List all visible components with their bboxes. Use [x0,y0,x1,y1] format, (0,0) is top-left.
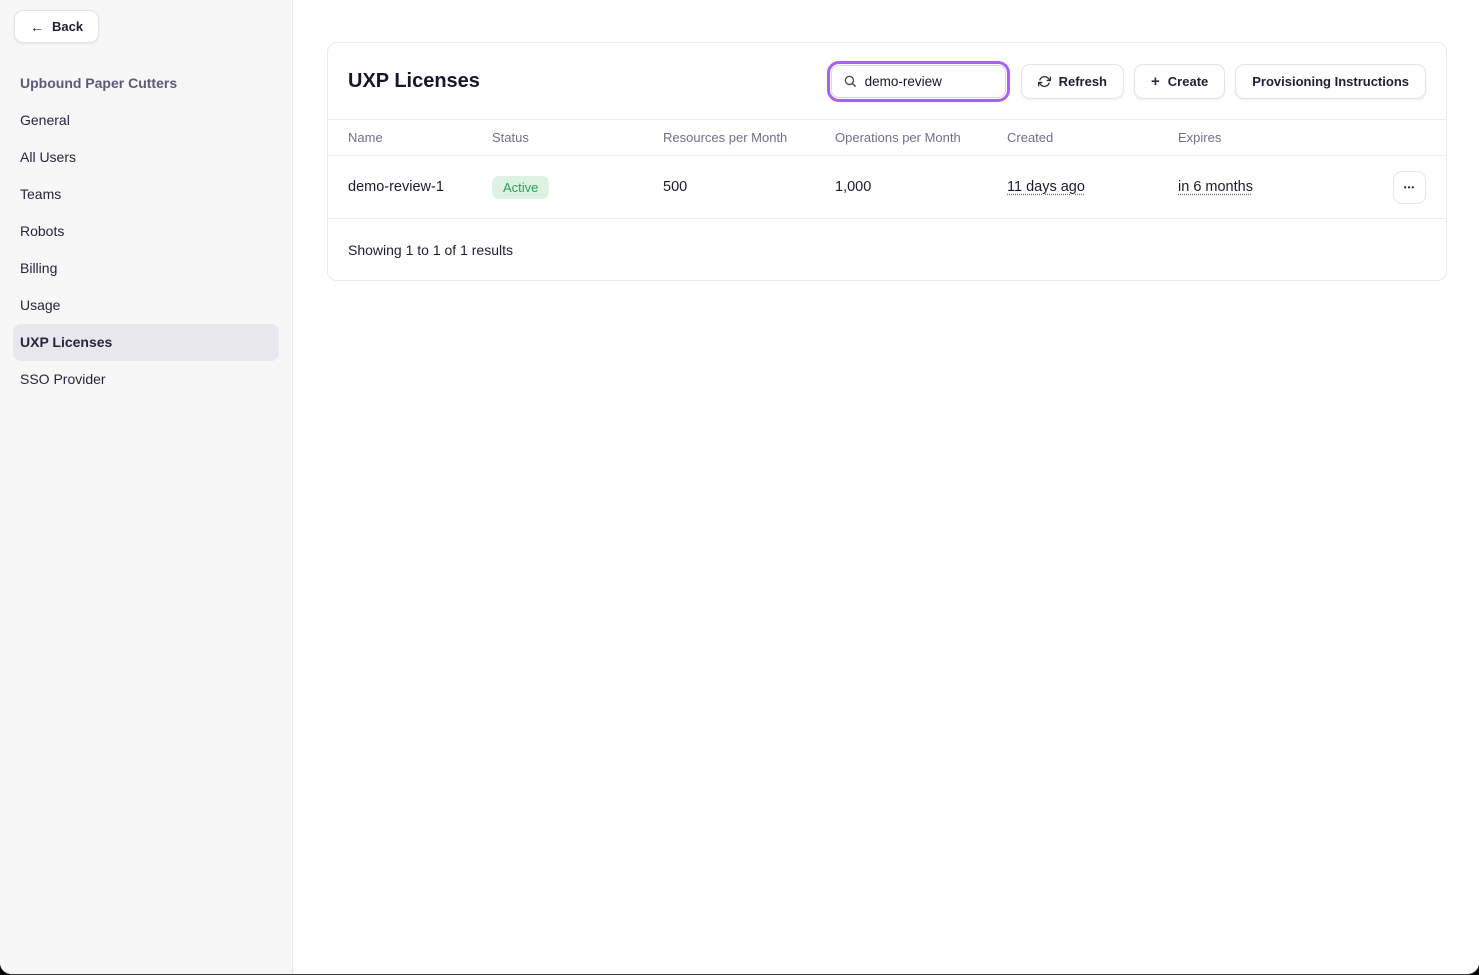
expires-relative-time[interactable]: in 6 months [1178,179,1253,195]
license-name-cell: demo-review-1 [328,179,492,195]
provisioning-instructions-button[interactable]: Provisioning Instructions [1235,64,1426,99]
card-header: UXP Licenses [328,43,1446,119]
header-controls: Refresh + Create Provisioning Instructio… [831,64,1426,99]
back-button-label: Back [52,19,83,34]
app-window: ← Back Upbound Paper Cutters General All… [0,0,1479,975]
search-field[interactable] [831,65,1006,98]
license-status-cell: Active [492,176,663,199]
uxp-licenses-card: UXP Licenses [327,42,1447,281]
row-actions-menu-button[interactable]: ••• [1393,171,1426,204]
column-header-created: Created [1007,130,1178,145]
column-header-name: Name [328,130,492,145]
expires-cell: in 6 months [1178,179,1375,195]
page-title: UXP Licenses [348,70,480,93]
refresh-button-label: Refresh [1059,74,1107,89]
ellipsis-icon: ••• [1404,183,1415,192]
column-header-expires: Expires [1178,130,1375,145]
plus-icon: + [1151,74,1160,89]
status-badge: Active [492,176,549,199]
column-header-operations-per-month: Operations per Month [835,130,1007,145]
settings-sidebar: ← Back Upbound Paper Cutters General All… [0,0,293,974]
sidebar-item-general[interactable]: General [13,102,279,139]
back-arrow-icon: ← [30,20,44,34]
create-button-label: Create [1168,74,1208,89]
created-cell: 11 days ago [1007,179,1178,195]
sidebar-item-uxp-licenses[interactable]: UXP Licenses [13,324,279,361]
table-row: demo-review-1 Active 500 1,000 11 days a… [328,156,1446,218]
column-header-status: Status [492,130,663,145]
back-button[interactable]: ← Back [14,10,99,43]
search-input[interactable] [865,74,990,89]
main-content: UXP Licenses [293,0,1479,974]
refresh-button[interactable]: Refresh [1021,64,1124,99]
org-name-heading: Upbound Paper Cutters [0,65,292,102]
sidebar-item-robots[interactable]: Robots [13,213,279,250]
results-count-text: Showing 1 to 1 of 1 results [348,242,513,258]
search-icon [843,74,857,88]
sidebar-item-billing[interactable]: Billing [13,250,279,287]
sidebar-item-sso-provider[interactable]: SSO Provider [13,361,279,398]
create-button[interactable]: + Create [1134,64,1225,99]
sidebar-item-teams[interactable]: Teams [13,176,279,213]
table-footer: Showing 1 to 1 of 1 results [328,218,1446,280]
refresh-icon [1038,75,1051,88]
operations-per-month-cell: 1,000 [835,179,1007,195]
table-header-row: Name Status Resources per Month Operatio… [328,119,1446,156]
created-relative-time[interactable]: 11 days ago [1007,179,1085,195]
resources-per-month-cell: 500 [663,179,835,195]
provisioning-instructions-label: Provisioning Instructions [1252,74,1409,89]
sidebar-item-usage[interactable]: Usage [13,287,279,324]
column-header-resources-per-month: Resources per Month [663,130,835,145]
row-actions-cell: ••• [1375,171,1446,204]
sidebar-item-all-users[interactable]: All Users [13,139,279,176]
sidebar-nav: Upbound Paper Cutters General All Users … [0,65,292,398]
